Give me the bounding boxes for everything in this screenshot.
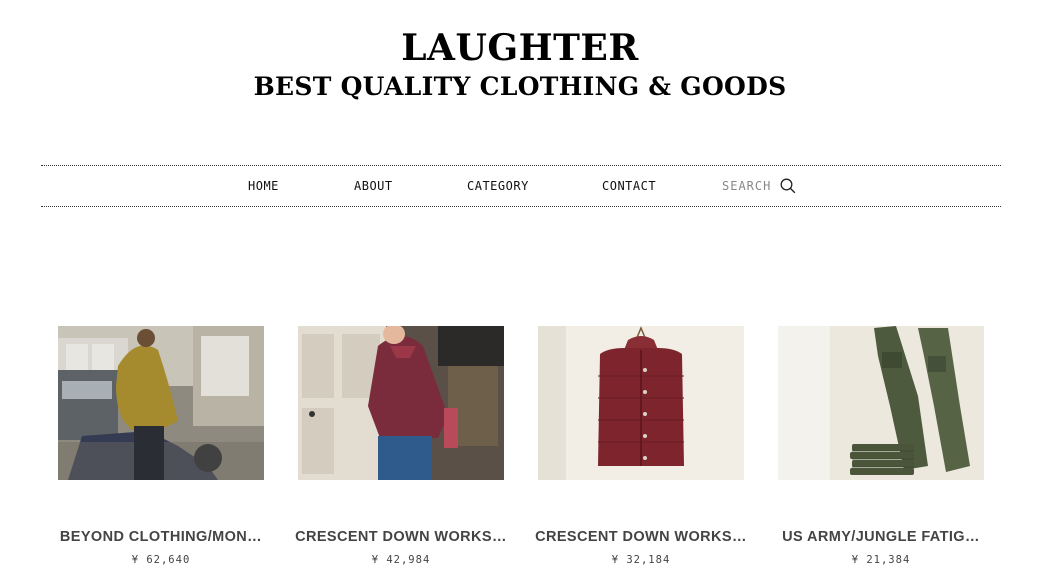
product-image[interactable]: [298, 326, 504, 480]
nav-contact[interactable]: CONTACT: [602, 166, 656, 207]
product-card[interactable]: US ARMY/JUNGLE FATIG… ¥ 21,384: [778, 326, 984, 566]
nav-home[interactable]: HOME: [248, 166, 279, 207]
product-price: ¥ 42,984: [371, 554, 431, 566]
nav-category[interactable]: CATEGORY: [467, 166, 529, 207]
site-tagline: BEST QUALITY CLOTHING & GOODS: [253, 72, 787, 101]
nav-about[interactable]: ABOUT: [354, 166, 393, 207]
product-name[interactable]: BEYOND CLOTHING/MON…: [48, 529, 274, 545]
main-nav: HOME ABOUT CATEGORY CONTACT SEARCH: [41, 165, 1001, 207]
product-name[interactable]: CRESCENT DOWN WORKS…: [528, 529, 754, 545]
product-name[interactable]: CRESCENT DOWN WORKS…: [288, 529, 514, 545]
site-header: LAUGHTER BEST QUALITY CLOTHING & GOODS: [0, 28, 1040, 102]
product-price: ¥ 21,384: [851, 554, 911, 566]
product-card[interactable]: BEYOND CLOTHING/MON… ¥ 62,640: [58, 326, 264, 566]
product-price: ¥ 62,640: [131, 554, 191, 566]
product-image[interactable]: [58, 326, 264, 480]
product-image[interactable]: [778, 326, 984, 480]
search-icon: [780, 178, 796, 194]
product-name[interactable]: US ARMY/JUNGLE FATIG…: [768, 529, 994, 545]
product-card[interactable]: CRESCENT DOWN WORKS… ¥ 42,984: [295, 326, 507, 566]
product-price: ¥ 32,184: [611, 554, 671, 566]
product-image[interactable]: [538, 326, 744, 480]
search-label: SEARCH: [722, 179, 772, 193]
site-title[interactable]: LAUGHTER: [0, 28, 1040, 68]
product-card[interactable]: CRESCENT DOWN WORKS… ¥ 32,184: [535, 326, 747, 566]
search-button[interactable]: SEARCH: [722, 166, 796, 206]
